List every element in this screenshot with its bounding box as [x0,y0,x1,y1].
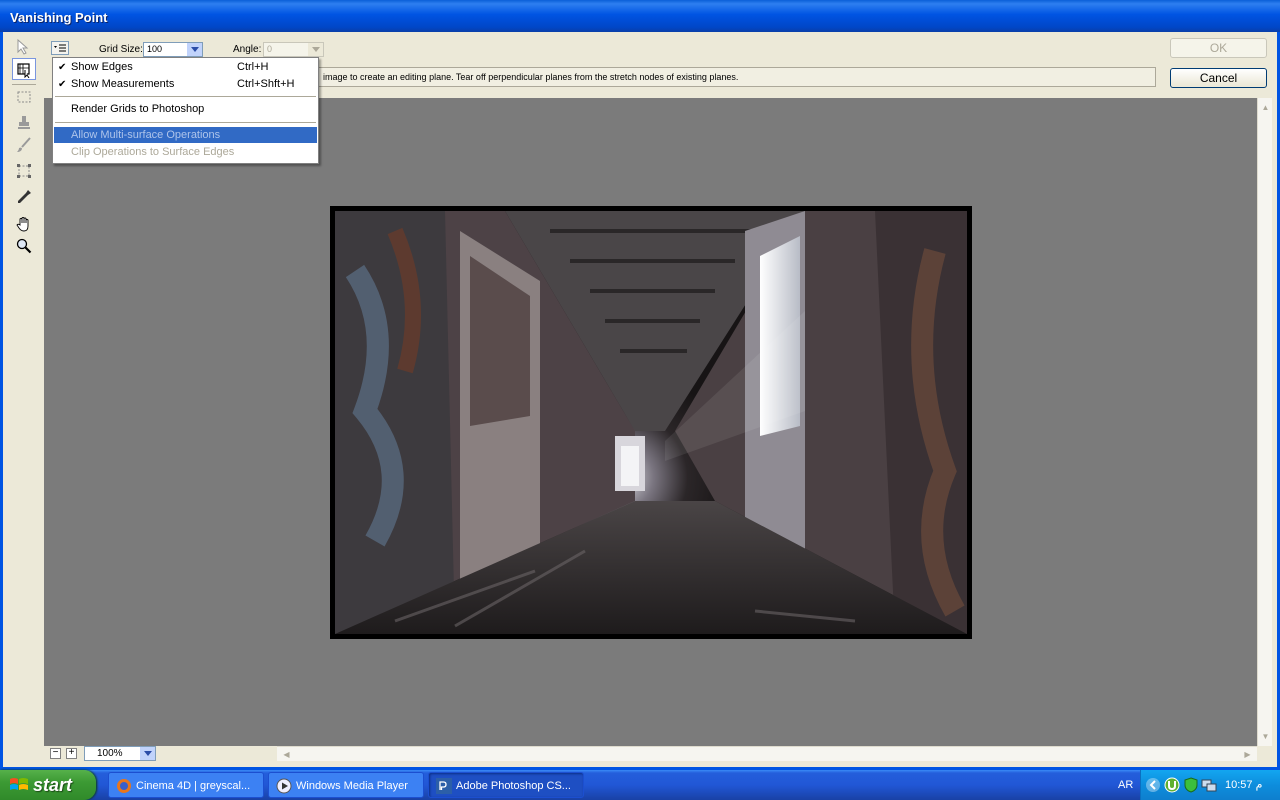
preview-image[interactable] [330,206,972,639]
menu-item-shortcut: Ctrl+H [237,61,269,73]
security-shield-icon[interactable] [1183,777,1199,793]
windows-logo-icon [10,778,28,790]
scroll-up-icon[interactable]: ▲ [1258,100,1273,115]
clock[interactable]: 10:57 م [1225,770,1262,800]
stamp-icon [18,116,30,129]
menu-item-label: Render Grids to Photoshop [71,103,205,115]
language-indicator[interactable]: AR [1118,770,1133,800]
zoom-tool[interactable] [12,235,36,257]
show-hidden-icons-icon[interactable] [1145,777,1161,793]
system-tray: 10:57 م [1140,770,1280,800]
network-icon[interactable] [1201,777,1217,793]
ok-button[interactable]: OK [1170,38,1267,58]
zoom-level-field[interactable]: 100% [84,746,156,761]
photoshop-icon [436,778,452,794]
stamp-tool[interactable] [12,112,36,134]
hand-icon [16,217,29,232]
vertical-scrollbar[interactable]: ▲ ▼ [1257,98,1272,746]
utorrent-icon[interactable] [1164,777,1180,793]
corridor-illustration [335,211,967,634]
menu-separator [55,96,316,97]
scroll-right-icon[interactable]: ▶ [1240,747,1255,762]
taskbar: start Cinema 4D | greyscal... Windows Me… [0,770,1280,800]
zoom-level-value: 100% [97,748,123,759]
angle-value: 0 [267,44,273,54]
window-title: Vanishing Point [0,0,1280,32]
zoom-in-button[interactable]: + [66,748,77,759]
grid-size-field[interactable]: 100 [143,42,203,57]
zoom-out-button[interactable]: − [50,748,61,759]
marquee-icon [17,91,31,103]
taskbar-item-firefox[interactable]: Cinema 4D | greyscal... [108,772,264,798]
taskbar-item-media-player[interactable]: Windows Media Player [268,772,424,798]
chevron-down-icon[interactable] [308,43,323,56]
chevron-down-icon[interactable] [187,43,202,56]
menu-item-shortcut: Ctrl+Shft+H [237,78,295,90]
preview-canvas[interactable] [44,98,1257,746]
menu-item-show-measurements[interactable]: ✔ Show Measurements Ctrl+Shft+H [54,76,317,93]
eyedropper-icon [18,190,31,203]
tool-hint-text: image to create an editing plane. Tear o… [323,72,739,82]
task-label: Windows Media Player [296,780,408,792]
task-label: Adobe Photoshop CS... [456,780,571,792]
settings-menu: ✔ Show Edges Ctrl+H ✔ Show Measurements … [52,57,319,164]
eyedropper-tool[interactable] [12,186,36,208]
brush-tool[interactable] [12,134,36,156]
edit-plane-icon [17,38,29,55]
settings-menu-button[interactable] [51,41,69,55]
task-label: Cinema 4D | greyscal... [136,780,251,792]
media-player-icon [276,778,292,794]
menu-item-clip-operations[interactable]: Clip Operations to Surface Edges [54,144,317,161]
corridor-photo [335,211,967,634]
grid-size-label: Grid Size: [99,44,143,55]
menu-separator [55,122,316,123]
menu-item-allow-multi-surface[interactable]: Allow Multi-surface Operations [54,127,317,143]
transform-icon [17,164,31,178]
menu-item-label: Show Measurements [71,78,175,90]
scroll-down-icon[interactable]: ▼ [1258,729,1273,744]
checkmark-icon: ✔ [58,79,67,90]
grid-size-value: 100 [147,44,163,54]
scroll-left-icon[interactable]: ◀ [279,747,294,762]
create-plane-tool[interactable] [12,58,36,80]
menu-item-render-grids[interactable]: Render Grids to Photoshop [54,101,317,118]
menu-item-label: Clip Operations to Surface Edges [71,146,235,158]
horizontal-scrollbar[interactable]: ◀ ▶ [277,746,1257,761]
menu-icon [54,44,66,52]
hand-tool[interactable] [12,213,36,235]
marquee-tool[interactable] [12,86,36,108]
magnifier-icon [16,238,32,254]
cancel-button[interactable]: Cancel [1170,68,1267,88]
start-label: start [33,775,73,795]
transform-tool[interactable] [12,160,36,182]
start-button[interactable]: start [0,770,96,800]
menu-item-label: Show Edges [71,61,133,73]
menu-item-label: Allow Multi-surface Operations [71,129,221,141]
create-plane-icon [17,63,30,78]
chevron-down-icon[interactable] [140,747,155,760]
tool-hint-bar: image to create an editing plane. Tear o… [318,67,1156,87]
taskbar-item-photoshop[interactable]: Adobe Photoshop CS... [428,772,584,798]
menu-item-show-edges[interactable]: ✔ Show Edges Ctrl+H [54,59,317,76]
checkmark-icon: ✔ [58,62,67,73]
angle-label: Angle: [233,44,262,55]
angle-field[interactable]: 0 [263,42,324,57]
brush-icon [17,137,31,152]
firefox-icon [117,779,131,793]
edit-plane-tool[interactable] [12,36,36,58]
